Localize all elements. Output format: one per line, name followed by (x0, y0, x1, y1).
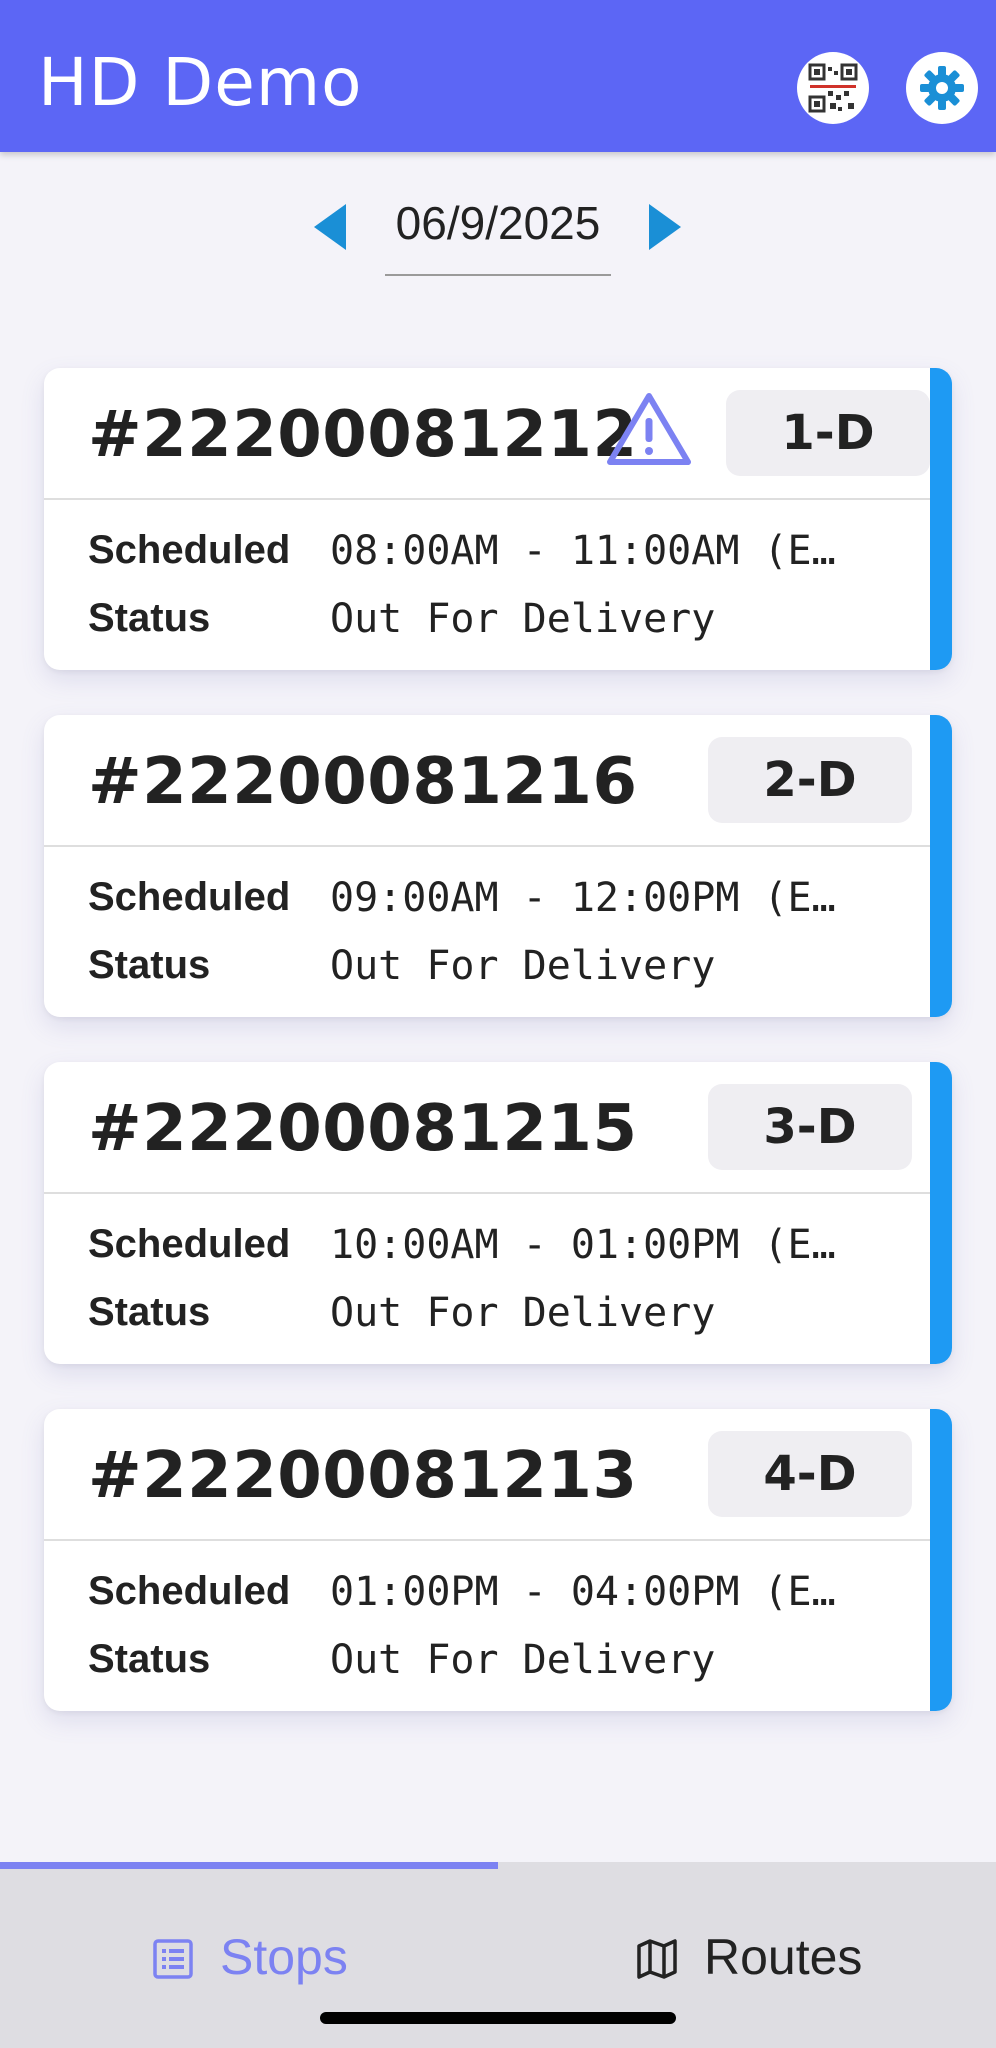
scheduled-value: 08:00AM - 11:00AM (E… (330, 528, 836, 574)
stop-card[interactable]: #22200081213 4-D Scheduled 01:00PM - 04:… (44, 1409, 952, 1711)
card-accent-stripe (930, 715, 952, 1017)
date-underline (385, 274, 611, 276)
stop-card[interactable]: #22200081212 1-D Scheduled 08:00AM - 11:… (44, 368, 952, 670)
stop-card[interactable]: #22200081216 2-D Scheduled 09:00AM - 12:… (44, 715, 952, 1017)
status-value: Out For Delivery (330, 1290, 716, 1336)
qr-scan-button[interactable] (797, 52, 869, 124)
card-divider (44, 845, 930, 847)
scheduled-label: Scheduled (88, 528, 291, 572)
stop-badge: 4-D (708, 1431, 912, 1517)
stop-badge: 1-D (726, 390, 930, 476)
status-label: Status (88, 596, 211, 640)
selected-date[interactable]: 06/9/2025 (385, 196, 611, 250)
arrow-left-icon[interactable] (310, 202, 350, 252)
scheduled-value: 10:00AM - 01:00PM (E… (330, 1222, 836, 1268)
status-value: Out For Delivery (330, 1637, 716, 1683)
card-accent-stripe (930, 1409, 952, 1711)
card-accent-stripe (930, 368, 952, 670)
stop-badge: 3-D (708, 1084, 912, 1170)
app-header: HD Demo (0, 0, 996, 152)
scheduled-value: 01:00PM - 04:00PM (E… (330, 1569, 836, 1615)
tab-stops-label: Stops (220, 1929, 348, 1985)
map-icon (637, 1939, 677, 1979)
stop-card[interactable]: #22200081215 3-D Scheduled 10:00AM - 01:… (44, 1062, 952, 1364)
order-number: #22200081213 (88, 1439, 638, 1513)
date-navigator: 06/9/2025 (0, 190, 996, 280)
status-label: Status (88, 1290, 211, 1334)
card-divider (44, 1192, 930, 1194)
status-value: Out For Delivery (330, 943, 716, 989)
card-divider (44, 1539, 930, 1541)
card-accent-stripe (930, 1062, 952, 1364)
warning-icon (607, 393, 691, 465)
scheduled-value: 09:00AM - 12:00PM (E… (330, 875, 836, 921)
app-title: HD Demo (38, 44, 363, 121)
scheduled-label: Scheduled (88, 1222, 291, 1266)
stop-badge: 2-D (708, 737, 912, 823)
scheduled-label: Scheduled (88, 875, 291, 919)
settings-button[interactable] (906, 52, 978, 124)
status-label: Status (88, 943, 211, 987)
list-icon (153, 1939, 193, 1979)
tab-routes-label: Routes (704, 1929, 863, 1985)
status-label: Status (88, 1637, 211, 1681)
order-number: #22200081216 (88, 745, 638, 819)
qr-code-icon (808, 63, 858, 113)
arrow-right-icon[interactable] (645, 202, 685, 252)
gear-icon (920, 66, 964, 110)
status-value: Out For Delivery (330, 596, 716, 642)
order-number: #22200081212 (88, 398, 638, 472)
home-indicator (320, 2012, 676, 2024)
order-number: #22200081215 (88, 1092, 638, 1166)
card-divider (44, 498, 930, 500)
scheduled-label: Scheduled (88, 1569, 291, 1613)
